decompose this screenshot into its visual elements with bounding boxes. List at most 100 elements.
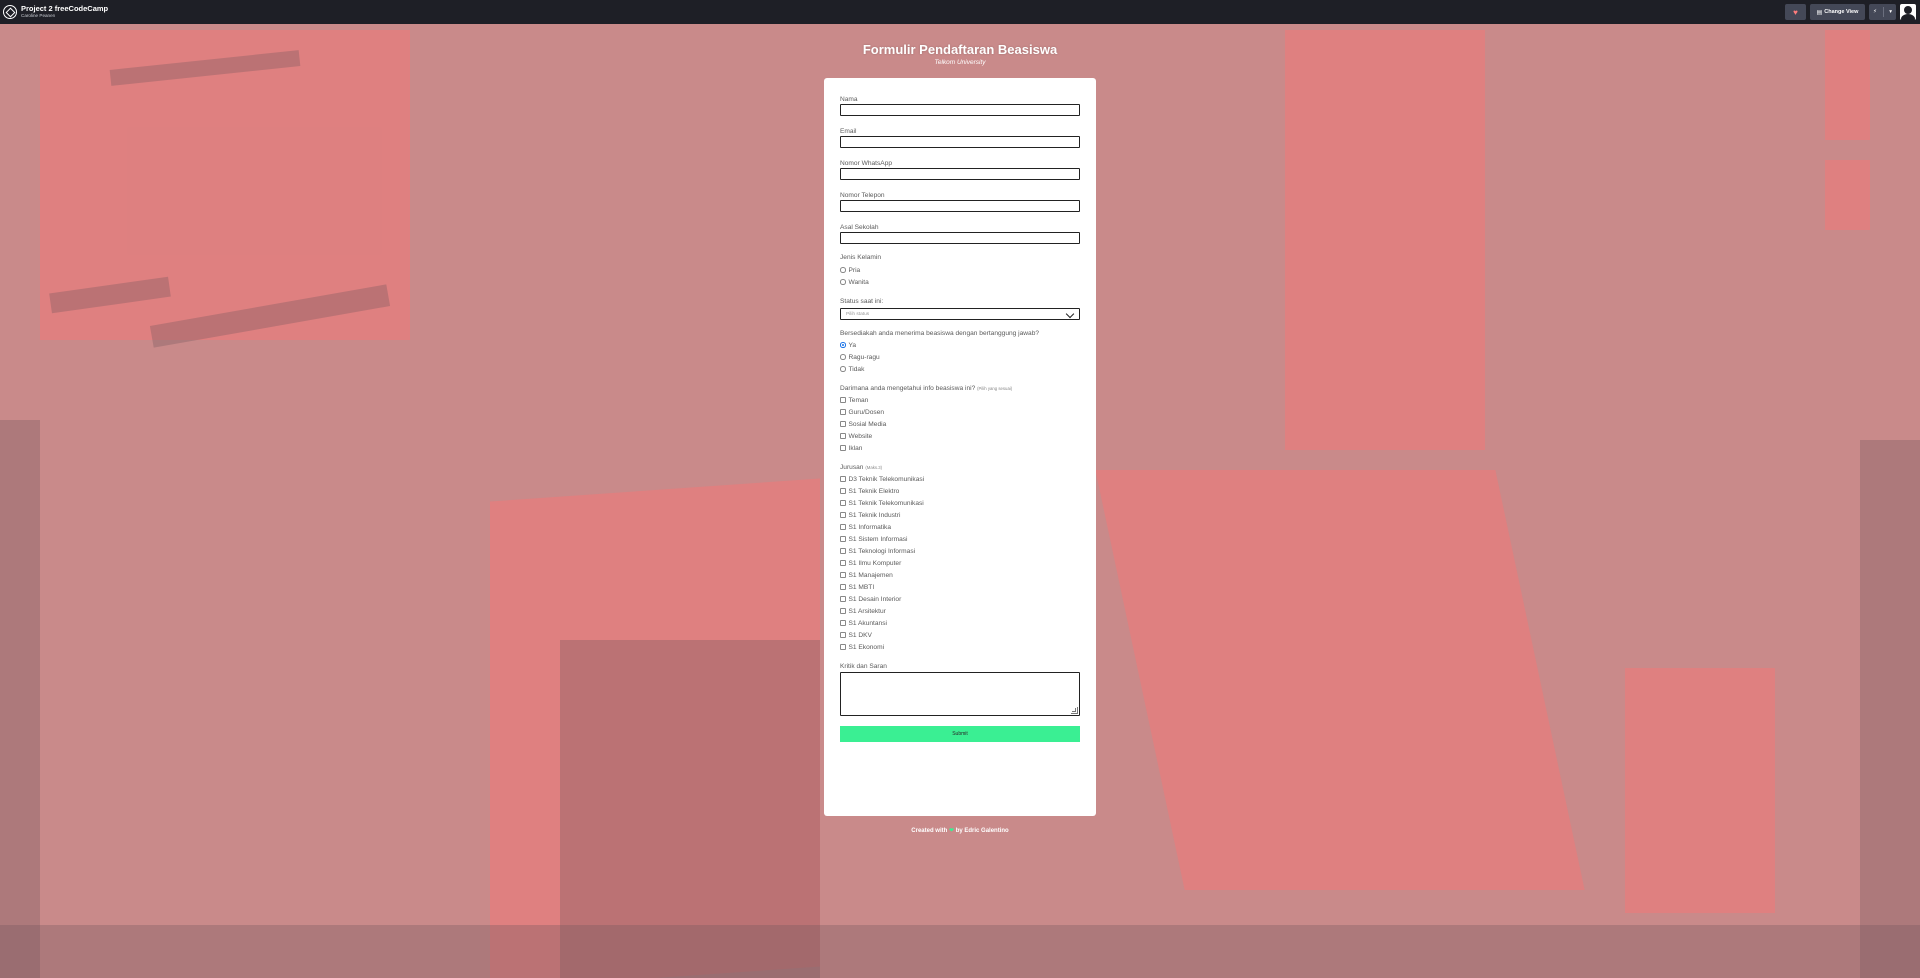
jurusan-option[interactable]: S1 DKV [840, 629, 1080, 641]
option-label: Pria [848, 266, 861, 274]
checkbox[interactable] [840, 584, 846, 590]
option-label: Tidak [848, 365, 865, 373]
gender-option[interactable]: Wanita [840, 276, 1080, 288]
jurusan-option[interactable]: S1 Ekonomi [840, 641, 1080, 653]
info-option[interactable]: Website [840, 430, 1080, 442]
jurusan-option[interactable]: S1 MBTI [840, 581, 1080, 593]
info-option[interactable]: Teman [840, 394, 1080, 406]
info-option[interactable]: Sosial Media [840, 418, 1080, 430]
radio-button-selected[interactable] [840, 342, 846, 348]
jurusan-option[interactable]: S1 Teknik Telekomunikasi [840, 497, 1080, 509]
jurusan-option[interactable]: S1 Teknik Industri [840, 509, 1080, 521]
field-sekolah: Asal Sekolah [840, 224, 1080, 244]
resize-handle-icon[interactable] [1071, 707, 1078, 714]
radio-button[interactable] [840, 267, 846, 273]
project-title[interactable]: Project 2 freeCodeCamp [21, 5, 108, 13]
jurusan-option[interactable]: S1 Informatika [840, 521, 1080, 533]
checkbox[interactable] [840, 608, 846, 614]
jurusan-option[interactable]: S1 Ilmu Komputer [840, 557, 1080, 569]
bersedia-option[interactable]: Ragu-ragu [840, 351, 1080, 363]
radio-button[interactable] [840, 366, 846, 372]
sekolah-input[interactable] [840, 232, 1080, 244]
email-label: Email [840, 128, 857, 135]
option-label: S1 Desain Interior [848, 595, 902, 603]
form-header: Formulir Pendaftaran Beasiswa Telkom Uni… [0, 24, 1920, 66]
rerun-button[interactable]: ⚡ ▾ [1869, 4, 1896, 20]
option-label: S1 MBTI [848, 583, 875, 591]
option-label: S1 Ilmu Komputer [848, 559, 902, 567]
option-label: Teman [848, 396, 869, 404]
checkbox[interactable] [840, 548, 846, 554]
checkbox[interactable] [840, 620, 846, 626]
checkbox[interactable] [840, 560, 846, 566]
email-input[interactable] [840, 136, 1080, 148]
info-label: Darimana anda mengetahui info beasiswa i… [840, 385, 1080, 393]
checkbox[interactable] [840, 536, 846, 542]
checkbox[interactable] [840, 421, 846, 427]
info-label-text: Darimana anda mengetahui info beasiswa i… [840, 385, 976, 392]
jurusan-hint: (Maks.3) [865, 465, 883, 470]
jurusan-option[interactable]: S1 Desain Interior [840, 593, 1080, 605]
option-label: S1 Teknik Elektro [848, 487, 900, 495]
chevron-down-icon [1065, 309, 1075, 319]
option-label: Iklan [848, 444, 863, 452]
option-label: S1 Akuntansi [848, 619, 888, 627]
jurusan-option[interactable]: S1 Arsitektur [840, 605, 1080, 617]
field-jurusan: Jurusan (Maks.3) D3 Teknik Telekomunikas… [840, 464, 1080, 653]
checkbox[interactable] [840, 445, 846, 451]
bersedia-option[interactable]: Tidak [840, 363, 1080, 375]
checkbox[interactable] [840, 524, 846, 530]
checkbox[interactable] [840, 397, 846, 403]
checkbox[interactable] [840, 632, 846, 638]
codepen-logo-icon[interactable] [3, 5, 17, 19]
page-subtitle: Telkom University [934, 59, 986, 66]
whatsapp-input[interactable] [840, 168, 1080, 180]
info-hint: (Pilih yang sesuai) [977, 386, 1013, 391]
user-avatar[interactable] [1900, 4, 1916, 20]
checkbox[interactable] [840, 512, 846, 518]
jurusan-option[interactable]: S1 Sistem Informasi [840, 533, 1080, 545]
checkbox[interactable] [840, 488, 846, 494]
jurusan-option[interactable]: D3 Teknik Telekomunikasi [840, 473, 1080, 485]
checkbox[interactable] [840, 596, 846, 602]
info-option[interactable]: Guru/Dosen [840, 406, 1080, 418]
checkbox[interactable] [840, 433, 846, 439]
nama-input[interactable] [840, 104, 1080, 116]
kritik-textarea[interactable] [840, 672, 1080, 716]
jurusan-option[interactable]: S1 Teknik Elektro [840, 485, 1080, 497]
kritik-label: Kritik dan Saran [840, 663, 887, 670]
project-author[interactable]: Caroline Peanen [21, 14, 108, 19]
grid-icon: ▤ [1816, 9, 1823, 16]
radio-button[interactable] [840, 279, 846, 285]
change-view-button[interactable]: ▤ Change View [1810, 4, 1865, 20]
project-titles: Project 2 freeCodeCamp Caroline Peanen [21, 5, 108, 19]
love-button[interactable]: ♥ [1785, 4, 1806, 20]
field-status: Status saat ini: Pilih status [840, 298, 1080, 320]
checkbox[interactable] [840, 409, 846, 415]
gender-option[interactable]: Pria [840, 264, 1080, 276]
sekolah-label: Asal Sekolah [840, 224, 879, 231]
checkbox[interactable] [840, 476, 846, 482]
info-option[interactable]: Iklan [840, 442, 1080, 454]
jurusan-label: Jurusan (Maks.3) [840, 464, 1080, 472]
status-select[interactable]: Pilih status [840, 308, 1080, 320]
checkbox[interactable] [840, 572, 846, 578]
option-label: Wanita [848, 278, 869, 286]
radio-button[interactable] [840, 354, 846, 360]
option-label: Ya [848, 341, 857, 349]
checkbox[interactable] [840, 500, 846, 506]
submit-button[interactable]: Submit [840, 726, 1080, 742]
jurusan-option[interactable]: S1 Akuntansi [840, 617, 1080, 629]
option-label: S1 Teknik Industri [848, 511, 901, 519]
checkbox[interactable] [840, 644, 846, 650]
option-label: S1 Teknologi Informasi [848, 547, 916, 555]
telepon-input[interactable] [840, 200, 1080, 212]
jurusan-option[interactable]: S1 Manajemen [840, 569, 1080, 581]
jurusan-option[interactable]: S1 Teknologi Informasi [840, 545, 1080, 557]
bersedia-option[interactable]: Ya [840, 339, 1080, 351]
option-label: S1 Sistem Informasi [848, 535, 908, 543]
option-label: S1 Informatika [848, 523, 892, 531]
option-label: S1 Teknik Telekomunikasi [848, 499, 924, 507]
nama-label: Nama [840, 96, 858, 103]
option-label: Website [848, 432, 873, 440]
